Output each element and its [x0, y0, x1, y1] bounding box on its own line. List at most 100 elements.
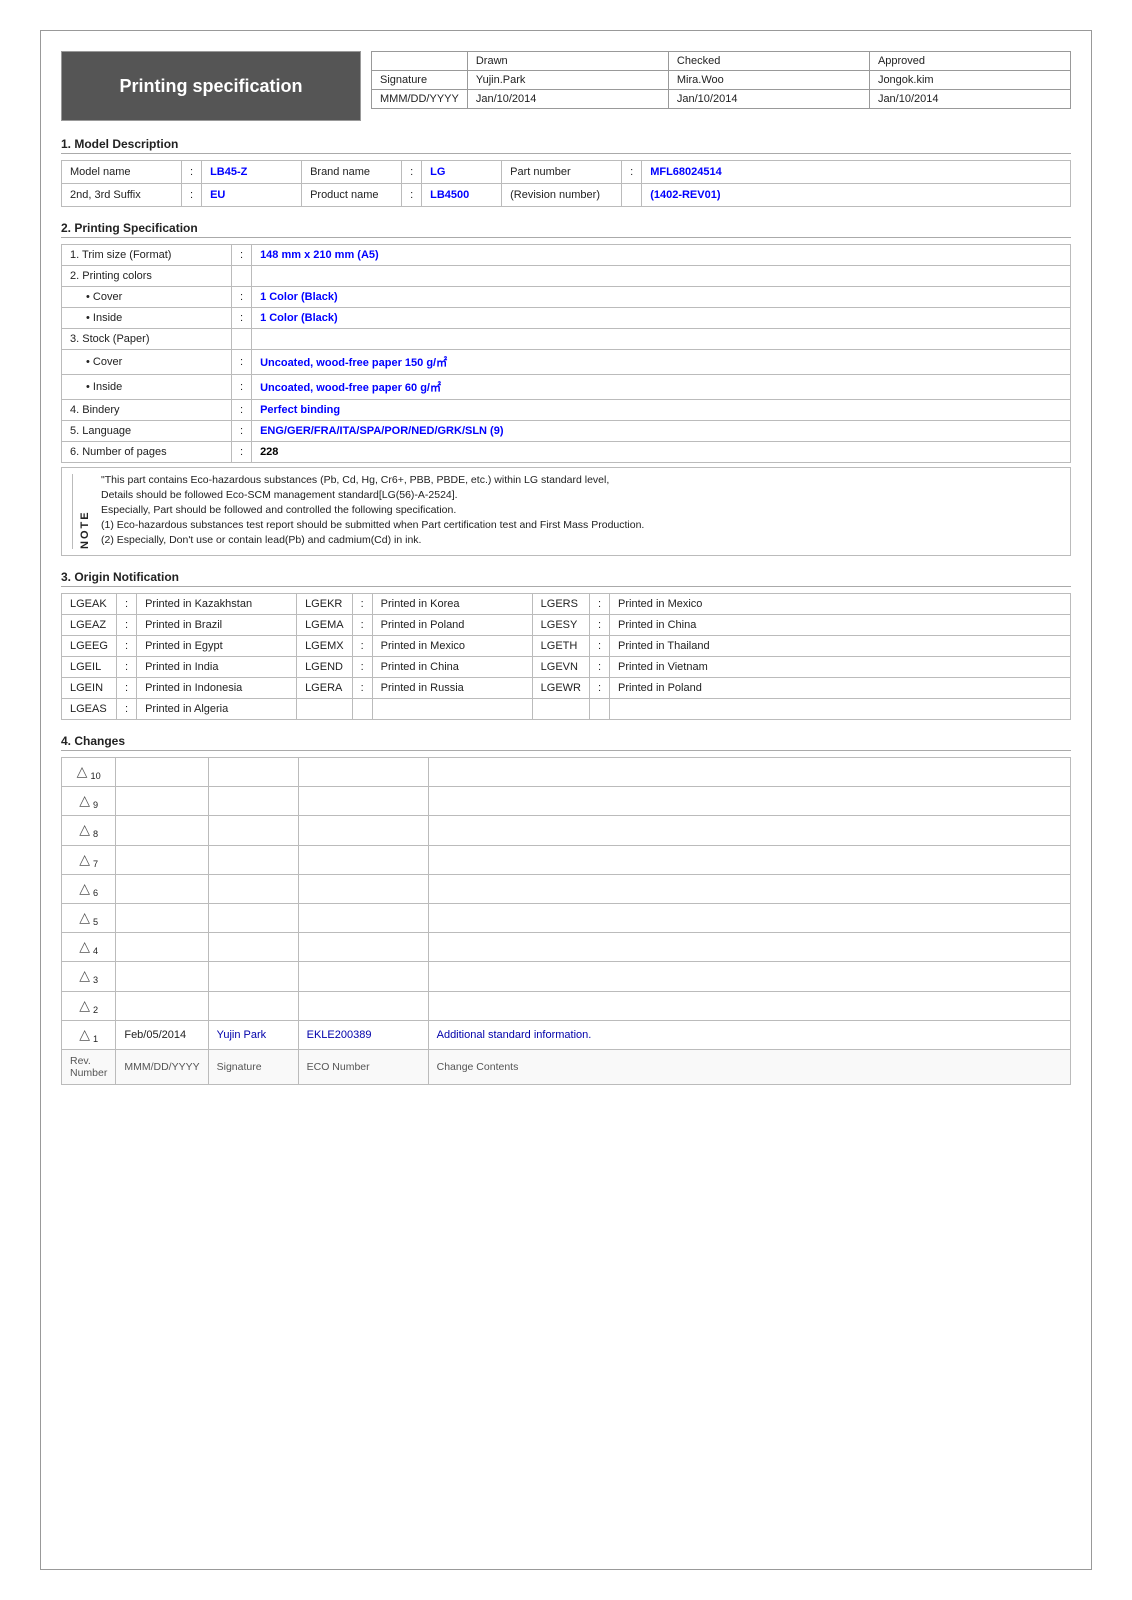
- origin-text-3-2: Printed in Mexico: [372, 636, 532, 657]
- spec-sep-language: :: [232, 421, 252, 442]
- note-4: (1) Eco-hazardous substances test report…: [101, 519, 1060, 531]
- change-date-8: [116, 816, 208, 845]
- changes-table: △ 10 △ 9 △ 8: [61, 757, 1071, 1085]
- spec-label-cover-paper: • Cover: [62, 350, 232, 375]
- spec-label-stock: 3. Stock (Paper): [62, 329, 232, 350]
- origin-text-1-3: Printed in Mexico: [610, 594, 1071, 615]
- model-sep-2: :: [182, 184, 202, 207]
- spec-label-inside-paper: • Inside: [62, 375, 232, 400]
- origin-code-5-1: LGEIN: [62, 678, 117, 699]
- origin-code-4-1: LGEIL: [62, 657, 117, 678]
- origin-text-3-3: Printed in Thailand: [610, 636, 1071, 657]
- title-box: Printing specification: [61, 51, 361, 121]
- change-eco-7: [298, 845, 428, 874]
- origin-sep-3-1: :: [117, 636, 137, 657]
- origin-sep-4-2: :: [352, 657, 372, 678]
- section3-heading: 3. Origin Notification: [61, 570, 1071, 587]
- model-sep2-1: :: [402, 161, 422, 184]
- model-value2-2: LB4500: [422, 184, 502, 207]
- change-eco-4: [298, 933, 428, 962]
- model-table: Model name : LB45-Z Brand name : LG Part…: [61, 160, 1071, 207]
- origin-code-1-3: LGERS: [532, 594, 589, 615]
- origin-code-4-3: LGEVN: [532, 657, 589, 678]
- origin-code-6-2: [297, 699, 353, 720]
- origin-text-6-1: Printed in Algeria: [137, 699, 297, 720]
- origin-sep-6-1: :: [117, 699, 137, 720]
- footer-change: Change Contents: [428, 1049, 1070, 1084]
- footer-date: MMM/DD/YYYY: [116, 1049, 208, 1084]
- change-sig-7: [208, 845, 298, 874]
- section1-heading: 1. Model Description: [61, 137, 1071, 154]
- spec-value-trim: 148 mm x 210 mm (A5): [252, 245, 1071, 266]
- model-label-1: Model name: [62, 161, 182, 184]
- change-row-7: △ 7: [62, 845, 1071, 874]
- change-rev-7: △ 7: [62, 845, 116, 874]
- spec-sep-inside-color: :: [232, 308, 252, 329]
- origin-sep-5-3: :: [589, 678, 609, 699]
- section2-heading: 2. Printing Specification: [61, 221, 1071, 238]
- origin-text-6-3: [610, 699, 1071, 720]
- change-row-8: △ 8: [62, 816, 1071, 845]
- origin-sep-5-2: :: [352, 678, 372, 699]
- row-sig-label: Signature: [372, 71, 468, 90]
- origin-code-4-2: LGEND: [297, 657, 353, 678]
- page-container: Printing specification Drawn Checked App…: [40, 30, 1092, 1570]
- change-date-10: [116, 758, 208, 787]
- change-sig-1: Yujin Park: [208, 1020, 298, 1049]
- change-sig-2: [208, 991, 298, 1020]
- origin-sep-3-3: :: [589, 636, 609, 657]
- origin-text-2-3: Printed in China: [610, 615, 1071, 636]
- origin-text-4-1: Printed in India: [137, 657, 297, 678]
- change-date-5: [116, 903, 208, 932]
- footer-rev: Rev. Number: [62, 1049, 116, 1084]
- notes-content: "This part contains Eco-hazardous substa…: [101, 474, 1060, 549]
- spec-value-language: ENG/GER/FRA/ITA/SPA/POR/NED/GRK/SLN (9): [252, 421, 1071, 442]
- section4-heading: 4. Changes: [61, 734, 1071, 751]
- spec-value-pages: 228: [252, 442, 1071, 463]
- date-drawn: Jan/10/2014: [467, 90, 668, 109]
- origin-sep-6-2: [352, 699, 372, 720]
- footer-sig: Signature: [208, 1049, 298, 1084]
- model-sep3-1: :: [622, 161, 642, 184]
- model-sep-1: :: [182, 161, 202, 184]
- footer-eco: ECO Number: [298, 1049, 428, 1084]
- spec-label-inside-color: • Inside: [62, 308, 232, 329]
- change-sig-6: [208, 874, 298, 903]
- date-label: MMM/DD/YYYY: [372, 90, 468, 109]
- origin-code-5-3: LGEWR: [532, 678, 589, 699]
- spec-sep-inside-paper: :: [232, 375, 252, 400]
- spec-sep-cover-paper: :: [232, 350, 252, 375]
- change-date-1: Feb/05/2014: [116, 1020, 208, 1049]
- origin-sep-6-3: [589, 699, 609, 720]
- origin-sep-4-1: :: [117, 657, 137, 678]
- change-date-4: [116, 933, 208, 962]
- origin-code-3-2: LGEMX: [297, 636, 353, 657]
- change-rev-3: △ 3: [62, 962, 116, 991]
- note-2: Details should be followed Eco-SCM manag…: [101, 489, 1060, 501]
- origin-code-5-2: LGERA: [297, 678, 353, 699]
- change-date-6: [116, 874, 208, 903]
- notes-box: NOTE "This part contains Eco-hazardous s…: [61, 467, 1071, 556]
- origin-sep-5-1: :: [117, 678, 137, 699]
- change-date-2: [116, 991, 208, 1020]
- spec-label-bindery: 4. Bindery: [62, 400, 232, 421]
- origin-text-4-3: Printed in Vietnam: [610, 657, 1071, 678]
- spec-sep-bindery: :: [232, 400, 252, 421]
- change-contents-2: [428, 991, 1070, 1020]
- change-row-2: △ 2: [62, 991, 1071, 1020]
- origin-text-2-2: Printed in Poland: [372, 615, 532, 636]
- change-contents-7: [428, 845, 1070, 874]
- change-contents-1: Additional standard information.: [428, 1020, 1070, 1049]
- model-value3-1: MFL68024514: [642, 161, 1071, 184]
- change-eco-10: [298, 758, 428, 787]
- col-approved: Approved: [869, 52, 1070, 71]
- date-checked: Jan/10/2014: [668, 90, 869, 109]
- origin-sep-1-2: :: [352, 594, 372, 615]
- sig-approved: Jongok.kim: [869, 71, 1070, 90]
- spec-value-inside-paper: Uncoated, wood-free paper 60 g/㎡: [252, 375, 1071, 400]
- spec-label-language: 5. Language: [62, 421, 232, 442]
- change-rev-6: △ 6: [62, 874, 116, 903]
- spec-value-cover-paper: Uncoated, wood-free paper 150 g/㎡: [252, 350, 1071, 375]
- origin-sep-1-1: :: [117, 594, 137, 615]
- model-label3-1: Part number: [502, 161, 622, 184]
